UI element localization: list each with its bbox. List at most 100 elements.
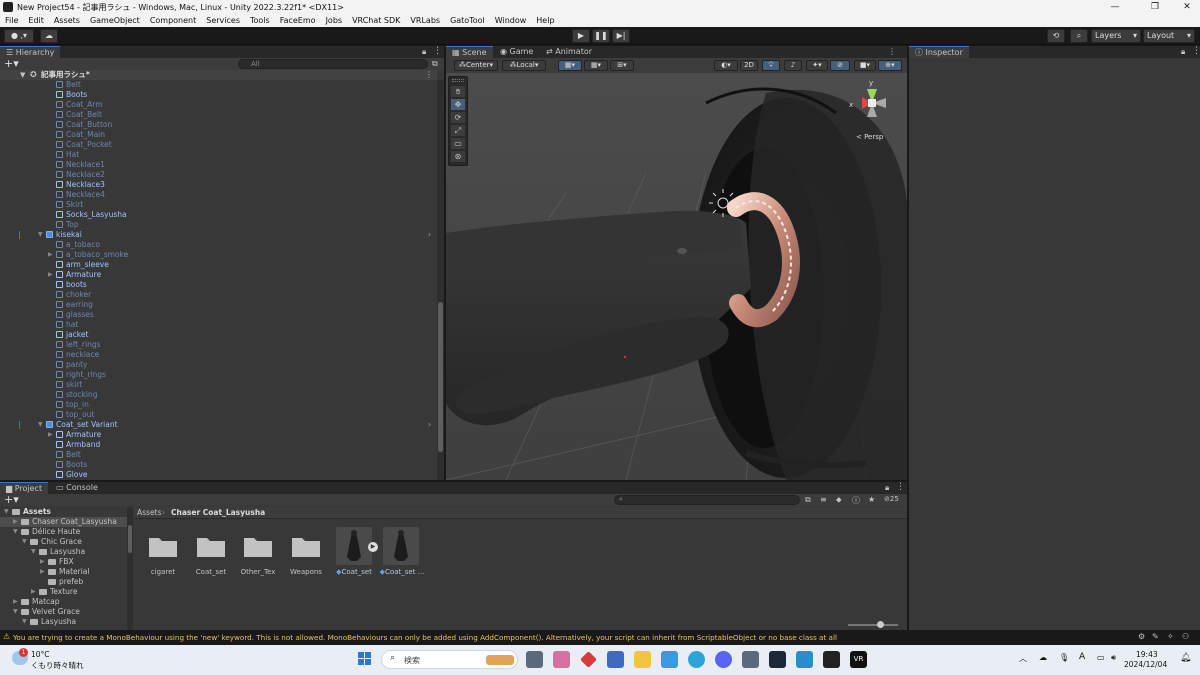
- expand-arrow-icon[interactable]: ▼: [22, 537, 28, 547]
- project-tree-row[interactable]: ▼ Lasyusha: [0, 547, 127, 557]
- status-message[interactable]: You are trying to create a MonoBehaviour…: [13, 633, 837, 642]
- tab-animator[interactable]: ⇄ Animator: [540, 46, 598, 58]
- open-prefab-icon[interactable]: ›: [428, 230, 431, 240]
- discord-icon[interactable]: [715, 651, 732, 668]
- effects-icon[interactable]: ✦▾: [806, 60, 828, 71]
- menu-vrlabs[interactable]: VRLabs: [405, 16, 445, 25]
- hierarchy-row[interactable]: arm_sleeve: [0, 260, 437, 270]
- expand-arrow-icon[interactable]: ▶: [48, 250, 54, 260]
- hierarchy-row[interactable]: top_in: [0, 400, 437, 410]
- menu-faceemo[interactable]: FaceEmo: [275, 16, 321, 25]
- project-tree-row[interactable]: prefeb: [0, 577, 127, 587]
- add-icon[interactable]: +▾: [4, 57, 19, 70]
- debug-icon[interactable]: ✎: [1152, 632, 1159, 641]
- menu-gameobject[interactable]: GameObject: [85, 16, 145, 25]
- cloud-tray-icon[interactable]: ☁: [1039, 653, 1047, 662]
- move-tool-icon[interactable]: ✥: [451, 99, 465, 110]
- persp-label[interactable]: < Persp: [856, 133, 883, 141]
- asset-label[interactable]: Weapons: [282, 568, 330, 576]
- expand-arrow-icon[interactable]: ▼: [38, 230, 44, 240]
- history-icon[interactable]: ⟲: [1047, 29, 1065, 43]
- mic-icon[interactable]: 🎙︎: [1059, 653, 1069, 662]
- tag-icon[interactable]: ⬥: [836, 495, 842, 505]
- menu-assets[interactable]: Assets: [49, 16, 85, 25]
- unity-taskbar-icon[interactable]: [823, 651, 840, 668]
- scene-menu-icon[interactable]: ⋮: [425, 70, 433, 80]
- palette-grip-icon[interactable]: [452, 79, 464, 82]
- menu-edit[interactable]: Edit: [23, 16, 49, 25]
- hierarchy-row[interactable]: Coat_Pocket: [0, 140, 437, 150]
- prefab-thumbnail[interactable]: [336, 527, 372, 565]
- collab-icon[interactable]: ⚇: [1182, 632, 1189, 641]
- audio-icon[interactable]: ♪: [784, 60, 802, 71]
- grid-visibility-button[interactable]: ▦▾: [584, 60, 608, 71]
- menu-gatotool[interactable]: GatoTool: [445, 16, 490, 25]
- hierarchy-row[interactable]: Socks_Lasyusha: [0, 210, 437, 220]
- progress-icon[interactable]: ⚙: [1138, 632, 1145, 641]
- hierarchy-row[interactable]: left_rings: [0, 340, 437, 350]
- breadcrumb-current[interactable]: Chaser Coat_Lasyusha: [171, 508, 265, 517]
- menu-component[interactable]: Component: [145, 16, 201, 25]
- search-by-label-icon[interactable]: ≡: [820, 495, 827, 504]
- icon-size-slider-thumb[interactable]: [877, 621, 884, 628]
- tray-chevron-icon[interactable]: ︿: [1019, 653, 1027, 664]
- expand-arrow-icon[interactable]: ▼: [4, 507, 10, 517]
- hierarchy-row[interactable]: glasses: [0, 310, 437, 320]
- folder-icon[interactable]: [243, 534, 273, 558]
- project-tree-row[interactable]: ▼ Velvet Grace: [0, 607, 127, 617]
- hand-tool-icon[interactable]: ✋︎: [451, 86, 465, 97]
- expand-arrow-icon[interactable]: ▶: [40, 567, 46, 577]
- steam-icon[interactable]: [769, 651, 786, 668]
- store-icon[interactable]: [607, 651, 624, 668]
- hierarchy-row[interactable]: ▼ kisekai ›: [0, 230, 437, 240]
- hierarchy-row[interactable]: Belt: [0, 450, 437, 460]
- folder-icon[interactable]: [196, 534, 226, 558]
- cloud-icon[interactable]: ☁: [40, 29, 58, 43]
- search-by-type-icon[interactable]: ⧉: [805, 495, 811, 505]
- expand-arrow-icon[interactable]: ▼: [13, 607, 19, 617]
- hierarchy-row[interactable]: hat: [0, 320, 437, 330]
- expand-arrow-icon[interactable]: ▶: [48, 270, 54, 280]
- file-explorer-icon[interactable]: [634, 651, 651, 668]
- transform-tool-icon[interactable]: ⊛: [451, 151, 465, 162]
- scene-header-row[interactable]: ▼ ✪ 記事用ラシュ* ⋮: [0, 70, 437, 80]
- lighting-icon[interactable]: 💡︎: [762, 60, 780, 71]
- snipping-icon[interactable]: [742, 651, 759, 668]
- hierarchy-row[interactable]: Necklace2: [0, 170, 437, 180]
- project-search-input[interactable]: ⌕: [614, 495, 800, 505]
- tab-console[interactable]: ▭ Console: [50, 482, 104, 494]
- account-dropdown[interactable]: ● ,▾: [4, 29, 34, 43]
- edge-icon[interactable]: [688, 651, 705, 668]
- open-prefab-icon[interactable]: ›: [428, 420, 431, 430]
- windows-start-icon[interactable]: [358, 652, 372, 666]
- menu-services[interactable]: Services: [201, 16, 245, 25]
- inspector-more-icon[interactable]: ⋮: [1192, 46, 1200, 56]
- project-tree-scrollbar[interactable]: [127, 507, 133, 630]
- hierarchy-search-input[interactable]: All: [238, 59, 428, 69]
- menu-file[interactable]: File: [0, 16, 23, 25]
- copilot-icon[interactable]: [553, 651, 570, 668]
- project-tree-row[interactable]: ▶ Chaser Coat_Lasyusha: [0, 517, 127, 527]
- expand-arrow-icon[interactable]: ▼: [22, 617, 28, 627]
- hierarchy-row[interactable]: Coat_Main: [0, 130, 437, 140]
- vrchat-icon[interactable]: VR: [850, 651, 867, 668]
- hierarchy-row[interactable]: Coat_Button: [0, 120, 437, 130]
- hierarchy-row[interactable]: Glove: [0, 470, 437, 480]
- project-lock-icon[interactable]: 🔒︎: [885, 483, 889, 493]
- clock-time[interactable]: 19:43: [1136, 650, 1158, 659]
- hierarchy-row[interactable]: necklace: [0, 350, 437, 360]
- expand-arrow-icon[interactable]: ▼: [20, 70, 25, 80]
- tab-inspector[interactable]: ⓘ Inspector: [909, 46, 969, 58]
- app-blue-icon[interactable]: [796, 651, 813, 668]
- weather-temp[interactable]: 10°C: [31, 650, 50, 659]
- project-tree-row[interactable]: ▶ Matcap: [0, 597, 127, 607]
- hierarchy-row[interactable]: Coat_Belt: [0, 110, 437, 120]
- expand-arrow-icon[interactable]: ▶: [13, 517, 19, 527]
- ime-indicator[interactable]: A: [1079, 652, 1085, 662]
- hierarchy-row[interactable]: choker: [0, 290, 437, 300]
- expand-arrow-icon[interactable]: ▼: [38, 420, 44, 430]
- project-add-icon[interactable]: +▾: [4, 493, 19, 506]
- hierarchy-row[interactable]: Hat: [0, 150, 437, 160]
- draw-mode-button[interactable]: ◐▾: [714, 60, 738, 71]
- weather-desc[interactable]: くもり時々晴れ: [31, 660, 84, 671]
